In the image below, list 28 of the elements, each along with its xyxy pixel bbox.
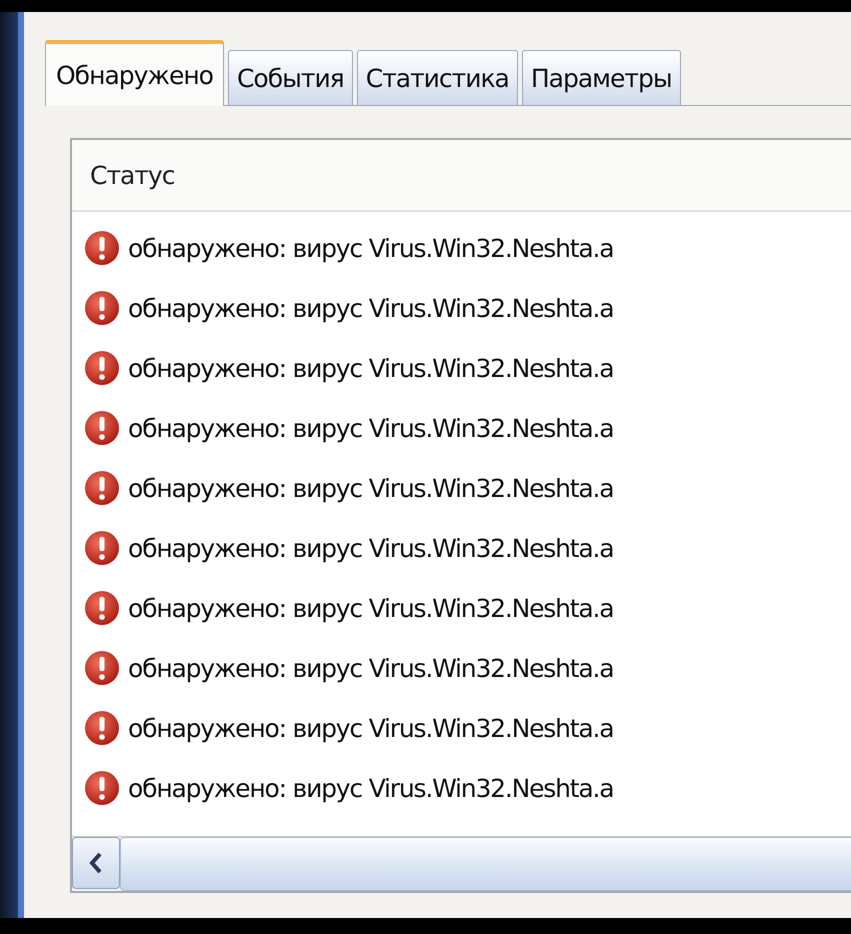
- chevron-left-icon: [88, 852, 104, 874]
- status-text: обнаружено: вирус Virus.Win32.Neshta.a: [128, 414, 614, 442]
- error-icon: [84, 410, 120, 446]
- status-text: обнаружено: вирус Virus.Win32.Neshta.a: [128, 294, 614, 322]
- status-text: обнаружено: вирус Virus.Win32.Neshta.a: [128, 534, 614, 562]
- error-icon: [84, 770, 120, 806]
- tab[interactable]: События: [228, 50, 353, 105]
- error-icon: [84, 470, 120, 506]
- error-icon: [84, 230, 120, 266]
- status-text: обнаружено: вирус Virus.Win32.Neshta.a: [128, 354, 614, 382]
- error-icon: [84, 290, 120, 326]
- status-text: обнаружено: вирус Virus.Win32.Neshta.a: [128, 474, 614, 502]
- error-icon: [84, 530, 120, 566]
- scroll-thumb[interactable]: [120, 837, 851, 891]
- error-icon: [84, 350, 120, 386]
- status-text: обнаружено: вирус Virus.Win32.Neshta.a: [128, 654, 614, 682]
- status-text: обнаружено: вирус Virus.Win32.Neshta.a: [128, 774, 614, 802]
- status-text: обнаружено: вирус Virus.Win32.Neshta.a: [128, 594, 614, 622]
- error-icon: [84, 650, 120, 686]
- tab[interactable]: Обнаружено: [45, 40, 224, 106]
- status-text: обнаружено: вирус Virus.Win32.Neshta.a: [128, 234, 614, 262]
- error-icon: [84, 590, 120, 626]
- tab[interactable]: Параметры: [522, 50, 681, 105]
- tab[interactable]: Статистика: [356, 50, 518, 105]
- error-icon: [84, 710, 120, 746]
- scroll-left-button[interactable]: [72, 837, 120, 889]
- status-text: обнаружено: вирус Virus.Win32.Neshta.a: [128, 714, 614, 742]
- column-header[interactable]: Статус: [72, 140, 851, 212]
